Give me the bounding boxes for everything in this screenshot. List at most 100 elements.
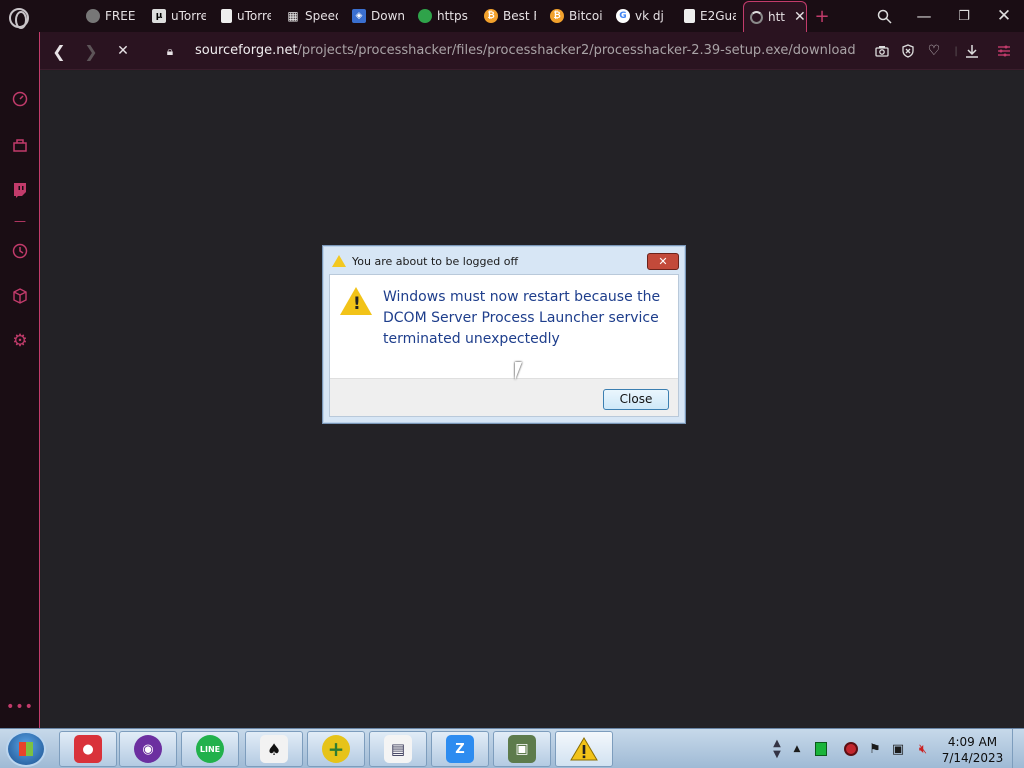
tab-label: Speed: [305, 9, 338, 23]
taskbar-process-hacker[interactable]: ▣: [493, 731, 551, 767]
loading-spinner-icon: [750, 10, 763, 24]
dialog-title: You are about to be logged off: [352, 255, 519, 268]
close-button[interactable]: Close: [603, 389, 669, 410]
tab-strip: FREE I µ uTorre uTorre ▦ Speed ◈ Down ht…: [0, 0, 1024, 32]
minimize-button[interactable]: —: [904, 0, 944, 32]
tab-bitcoin[interactable]: ₿ Bitcoi: [550, 0, 602, 32]
tab-vk[interactable]: G vk dj c: [616, 0, 668, 32]
dialog-message: Windows must now restart because the DCO…: [383, 289, 661, 347]
taskbar-solitaire[interactable]: ♠: [245, 731, 303, 767]
shield-icon: ◈: [352, 9, 366, 23]
opera-menu-button[interactable]: [9, 8, 29, 29]
taskbar-scroll-icon[interactable]: ▲ ▼: [770, 729, 784, 768]
video-camera-icon: ●: [74, 735, 102, 763]
document-icon: [221, 9, 232, 23]
warning-icon: [332, 255, 346, 267]
extensions-cube-icon[interactable]: [9, 285, 31, 307]
network-icon[interactable]: ▣: [889, 729, 907, 768]
start-button[interactable]: [6, 731, 46, 767]
twitch-icon[interactable]: [9, 179, 31, 201]
tab-free[interactable]: FREE I: [86, 0, 138, 32]
volume-muted-icon[interactable]: 🔇︎: [914, 729, 932, 768]
warning-icon: [570, 737, 598, 761]
tab-download[interactable]: ◈ Down: [352, 0, 404, 32]
tab-label: htt: [768, 10, 786, 24]
globe-icon: [418, 9, 432, 23]
tab-label: Bitcoi: [569, 9, 602, 23]
tab-https[interactable]: https:: [418, 0, 468, 32]
utorrent-icon: µ: [152, 9, 166, 23]
google-icon: G: [616, 9, 630, 23]
computer-icon: ▣: [508, 735, 536, 763]
tab-active[interactable]: htt ✕: [743, 1, 807, 32]
easy-setup-icon[interactable]: [994, 41, 1014, 61]
antivirus-icon[interactable]: [842, 729, 860, 768]
tor-icon: ◉: [134, 735, 162, 763]
ghost-icon: [86, 9, 100, 23]
dialog-close-x-button[interactable]: ✕: [647, 253, 679, 270]
action-center-flag-icon[interactable]: ⚑: [866, 729, 884, 768]
speed-dial-icon[interactable]: [9, 88, 31, 110]
taskbar-news-app[interactable]: ▤: [369, 731, 427, 767]
mouse-cursor-icon: [515, 362, 529, 380]
newspaper-icon: ▤: [384, 735, 412, 763]
battery-green-icon[interactable]: [812, 729, 830, 768]
tab-speed[interactable]: ▦ Speed: [286, 0, 338, 32]
new-tab-button[interactable]: +: [802, 0, 842, 32]
plus-icon: +: [322, 735, 350, 763]
tab-utorrent-2[interactable]: uTorre: [221, 0, 271, 32]
dialog-body: ! Windows must now restart because the D…: [329, 274, 679, 417]
download-icon[interactable]: [962, 41, 982, 61]
document-icon: [684, 9, 695, 23]
more-icon[interactable]: •••: [6, 696, 33, 718]
lock-icon[interactable]: 🔒︎: [159, 40, 181, 62]
sidebar-divider: —: [14, 214, 26, 228]
tab-utorrent-1[interactable]: µ uTorre: [152, 0, 206, 32]
url-field[interactable]: sourceforge.net/projects/processhacker/f…: [195, 43, 856, 58]
cards-icon: ♠: [260, 735, 288, 763]
tab-label: E2Gua: [700, 9, 736, 23]
taskbar-zoom-app[interactable]: Z: [431, 731, 489, 767]
taskbar-screen-recorder[interactable]: ●: [59, 731, 117, 767]
show-desktop-button[interactable]: [1012, 729, 1024, 768]
show-hidden-icons-icon[interactable]: ▲: [790, 729, 804, 768]
back-button[interactable]: ❮: [48, 40, 70, 62]
forward-button[interactable]: ❯: [80, 40, 102, 62]
address-bar: ❮ ❯ ✕ 🔒︎ sourceforge.net/projects/proces…: [40, 32, 1024, 70]
history-icon[interactable]: [9, 240, 31, 262]
system-clock[interactable]: 4:09 AM 7/14/2023: [935, 734, 1010, 766]
logoff-dialog: You are about to be logged off ✕ ! Windo…: [322, 245, 686, 424]
warning-icon: !: [340, 287, 372, 315]
settings-gear-icon[interactable]: ⚙: [9, 330, 31, 352]
clock-time: 4:09 AM: [947, 735, 998, 749]
stop-loading-button[interactable]: ✕: [112, 40, 134, 62]
tab-best[interactable]: ₿ Best F: [484, 0, 536, 32]
search-icon: [877, 9, 892, 24]
line-icon: LINE: [196, 735, 224, 763]
url-path: /projects/processhacker/files/processhac…: [297, 43, 856, 58]
ad-blocker-icon[interactable]: [898, 41, 918, 61]
tab-label: Best F: [503, 9, 536, 23]
z-icon: Z: [446, 735, 474, 763]
camera-icon[interactable]: [872, 41, 892, 61]
tab-label: https:: [437, 9, 468, 23]
tab-label: FREE I: [105, 9, 138, 23]
taskbar-plus-app[interactable]: +: [307, 731, 365, 767]
tab-label: uTorre: [171, 9, 206, 23]
shopping-bag-icon[interactable]: [9, 134, 31, 156]
dialog-footer: Close: [330, 378, 678, 416]
sidebar: — ⚙ •••: [0, 32, 40, 728]
taskbar-warning-dialog[interactable]: [555, 731, 613, 767]
taskbar-tor-browser[interactable]: ◉: [119, 731, 177, 767]
url-domain: sourceforge.net: [195, 43, 298, 58]
tab-label: Down: [371, 9, 404, 23]
clock-date: 7/14/2023: [941, 751, 1004, 765]
close-window-button[interactable]: ✕: [984, 0, 1024, 32]
tab-e2guard[interactable]: E2Gua: [684, 0, 736, 32]
heart-icon[interactable]: ♡: [924, 41, 944, 61]
tab-label: vk dj c: [635, 9, 668, 23]
bitcoin-icon: ₿: [484, 9, 498, 23]
search-tabs-button[interactable]: [864, 0, 904, 32]
taskbar-line[interactable]: LINE: [181, 731, 239, 767]
restore-button[interactable]: ❐: [944, 0, 984, 32]
